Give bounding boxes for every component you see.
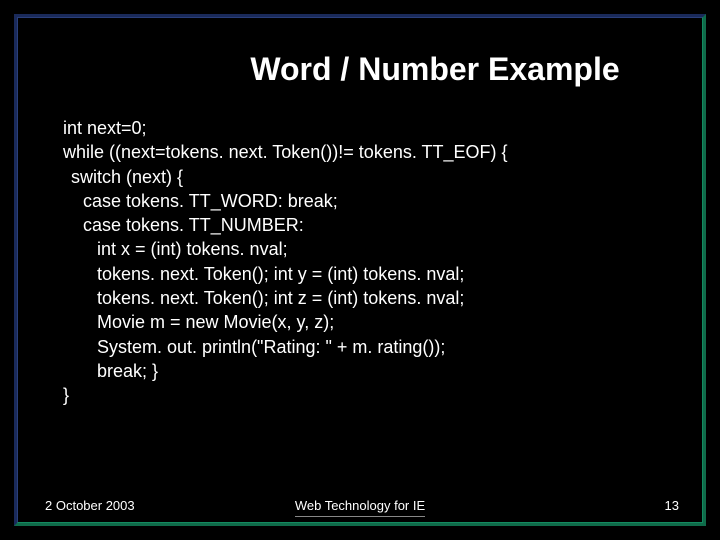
code-line: Movie m = new Movie(x, y, z); — [63, 310, 683, 334]
code-block: int next=0; while ((next=tokens. next. T… — [17, 116, 703, 408]
code-line: case tokens. TT_NUMBER: — [63, 213, 683, 237]
footer-title: Web Technology for IE — [17, 498, 703, 513]
slide: Word / Number Example int next=0; while … — [14, 14, 706, 526]
code-line: switch (next) { — [63, 165, 683, 189]
code-line: tokens. next. Token(); int y = (int) tok… — [63, 262, 683, 286]
code-line: case tokens. TT_WORD: break; — [63, 189, 683, 213]
code-line: } — [63, 383, 683, 407]
code-line: int x = (int) tokens. nval; — [63, 237, 683, 261]
footer-page: 13 — [665, 498, 679, 513]
code-line: tokens. next. Token(); int z = (int) tok… — [63, 286, 683, 310]
slide-title: Word / Number Example — [17, 51, 703, 88]
code-line: int next=0; — [63, 116, 683, 140]
code-line: System. out. println("Rating: " + m. rat… — [63, 335, 683, 359]
code-line: break; } — [63, 359, 683, 383]
code-line: while ((next=tokens. next. Token())!= to… — [63, 140, 683, 164]
